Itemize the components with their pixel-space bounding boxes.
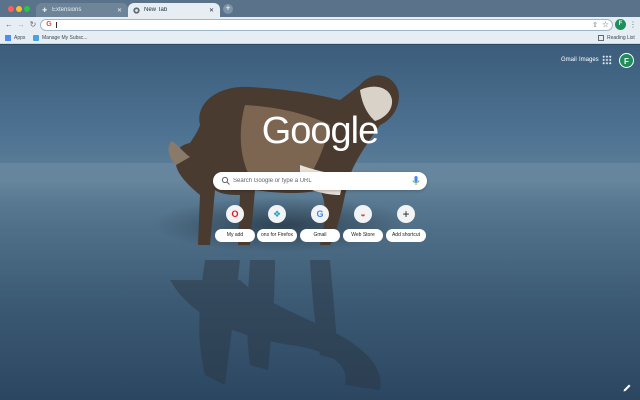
search-input[interactable] <box>233 172 413 190</box>
google-logo: Google <box>261 110 380 152</box>
tab-strip: ✚ Extensions ✕ New Tab ✕ + <box>0 0 640 17</box>
shortcut-label: Gmail <box>300 229 340 242</box>
web-store-icon: ◒ <box>354 205 372 223</box>
maximize-window-button[interactable] <box>24 6 30 12</box>
shortcut-label: Web Store <box>343 229 383 242</box>
reading-list-icon <box>598 35 604 41</box>
close-tab-icon[interactable]: ✕ <box>208 7 215 14</box>
new-tab-button[interactable]: + <box>223 4 233 14</box>
shortcut-glyph: + <box>402 207 410 221</box>
more-menu-icon[interactable]: ⋮ <box>629 19 637 31</box>
tab-label: Extensions <box>52 7 82 13</box>
shortcut-glyph: ◒ <box>360 209 366 219</box>
shortcut-glyph: O <box>231 209 239 219</box>
microphone-icon[interactable] <box>411 175 421 187</box>
reading-list-label: Reading List <box>607 35 635 41</box>
profile-avatar[interactable]: F <box>615 19 626 30</box>
bookmark-apps[interactable]: Apps <box>5 35 25 41</box>
apps-grid-icon <box>5 35 11 41</box>
reading-list-button[interactable]: Reading List <box>598 35 635 41</box>
search-icon <box>221 176 230 185</box>
google-apps-icon[interactable] <box>602 55 612 65</box>
tab-new-tab[interactable]: New Tab ✕ <box>128 3 220 17</box>
shortcut-glyph: ❖ <box>272 208 282 219</box>
chrome-icon <box>133 6 140 14</box>
bookmark-star-icon[interactable]: ☆ <box>602 20 609 29</box>
images-link[interactable]: Images <box>579 57 599 63</box>
shortcut-gmail[interactable]: G Gmail <box>299 205 341 243</box>
shortcut-label: ons for Firefox <box>257 229 297 242</box>
minimize-window-button[interactable] <box>16 6 22 12</box>
reload-icon[interactable]: ↻ <box>28 20 38 30</box>
shortcut-glyph: G <box>316 209 324 219</box>
shortcut-add[interactable]: + Add shortcut <box>385 205 427 243</box>
shortcut-addons-firefox[interactable]: ❖ ons for Firefox <box>256 205 298 243</box>
puzzle-icon: ❖ <box>268 205 286 223</box>
close-window-button[interactable] <box>8 6 14 12</box>
tab-extensions[interactable]: ✚ Extensions ✕ <box>36 3 128 17</box>
bookmark-label: Manage My Subsc... <box>42 35 88 41</box>
toolbar: ← → ↻ G ⇧ ☆ F ⋮ <box>0 17 640 33</box>
back-icon[interactable]: ← <box>4 20 14 30</box>
shortcut-label: Add shortcut <box>386 229 426 242</box>
bookmark-manage-subscriptions[interactable]: Manage My Subsc... <box>33 35 88 41</box>
shortcut-web-store[interactable]: ◒ Web Store <box>342 205 384 243</box>
close-tab-icon[interactable]: ✕ <box>116 7 123 14</box>
share-icon[interactable]: ⇧ <box>592 21 598 29</box>
address-bar[interactable]: G ⇧ ☆ <box>40 19 613 31</box>
forward-icon[interactable]: → <box>16 20 26 30</box>
gmail-link[interactable]: Gmail <box>561 57 577 63</box>
puzzle-icon: ✚ <box>41 7 48 14</box>
plus-icon: + <box>397 205 415 223</box>
google-g-icon: G <box>46 21 52 28</box>
text-cursor <box>56 22 57 28</box>
customize-pencil-icon[interactable] <box>622 383 632 393</box>
bookmark-label: Apps <box>14 35 26 41</box>
shortcut-label: My add <box>215 229 255 242</box>
account-avatar[interactable]: F <box>619 53 634 68</box>
search-box[interactable] <box>213 172 427 190</box>
tab-label: New Tab <box>144 7 168 13</box>
shortcut-my-add[interactable]: O My add <box>214 205 256 243</box>
google-icon: G <box>311 205 329 223</box>
bookmark-favicon <box>33 35 39 41</box>
opera-icon: O <box>226 205 244 223</box>
bookmarks-bar: Apps Manage My Subsc... Reading List <box>0 33 640 44</box>
